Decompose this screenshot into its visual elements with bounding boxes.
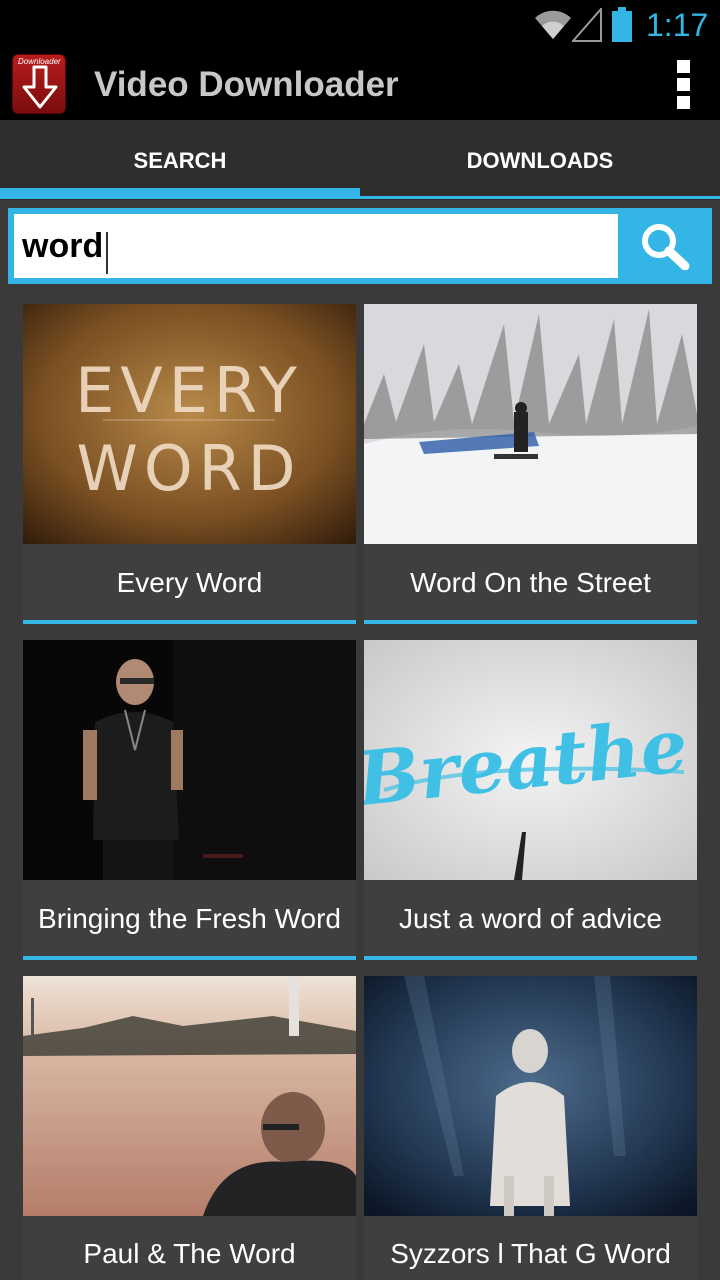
search-bar xyxy=(8,208,712,284)
video-thumbnail[interactable]: Breathe xyxy=(364,640,697,880)
video-title[interactable]: Just a word of advice xyxy=(364,880,697,956)
video-title[interactable]: Every Word xyxy=(23,544,356,620)
video-thumbnail[interactable] xyxy=(23,976,356,1216)
status-time: 1:17 xyxy=(646,7,709,43)
status-bar: 1:17 xyxy=(0,0,720,50)
download-arrow-icon xyxy=(22,65,58,109)
search-input[interactable] xyxy=(14,214,618,278)
video-card[interactable]: Paul & The Word xyxy=(23,976,356,1280)
tab-selected-indicator xyxy=(0,188,360,196)
card-accent-bar xyxy=(23,620,356,624)
search-button[interactable] xyxy=(618,208,712,284)
action-bar: Downloader Video Downloader xyxy=(0,50,720,120)
video-title[interactable]: Word On the Street xyxy=(364,544,697,620)
video-card[interactable]: Breathe Just a word of advice xyxy=(364,640,697,960)
tab-divider xyxy=(0,196,720,199)
video-card[interactable]: Word On the Street xyxy=(364,304,697,624)
text-caret xyxy=(106,232,108,274)
video-title[interactable]: Paul & The Word xyxy=(23,1216,356,1280)
video-thumbnail[interactable]: EVERY WORD xyxy=(23,304,356,544)
overflow-menu-icon[interactable] xyxy=(677,60,693,112)
battery-icon xyxy=(612,7,632,42)
video-title[interactable]: Bringing the Fresh Word xyxy=(23,880,356,956)
card-accent-bar xyxy=(364,620,697,624)
card-accent-bar xyxy=(23,956,356,960)
search-icon xyxy=(642,224,690,270)
video-card[interactable]: Syzzors l That G Word xyxy=(364,976,697,1280)
cell-signal-icon xyxy=(572,8,602,42)
thumbnail-text: EVERY xyxy=(75,354,303,427)
app-logo-icon[interactable]: Downloader xyxy=(12,54,66,114)
video-thumbnail[interactable] xyxy=(364,304,697,544)
thumbnail-text: WORD xyxy=(77,432,302,505)
tab-downloads[interactable]: DOWNLOADS xyxy=(360,120,720,200)
app-title: Video Downloader xyxy=(94,65,399,104)
video-card[interactable]: EVERY WORD Every Word xyxy=(23,304,356,624)
video-card[interactable]: Bringing the Fresh Word xyxy=(23,640,356,960)
wifi-icon xyxy=(535,10,571,39)
card-accent-bar xyxy=(364,956,697,960)
video-thumbnail[interactable] xyxy=(23,640,356,880)
video-title[interactable]: Syzzors l That G Word xyxy=(364,1216,697,1280)
video-thumbnail[interactable] xyxy=(364,976,697,1216)
